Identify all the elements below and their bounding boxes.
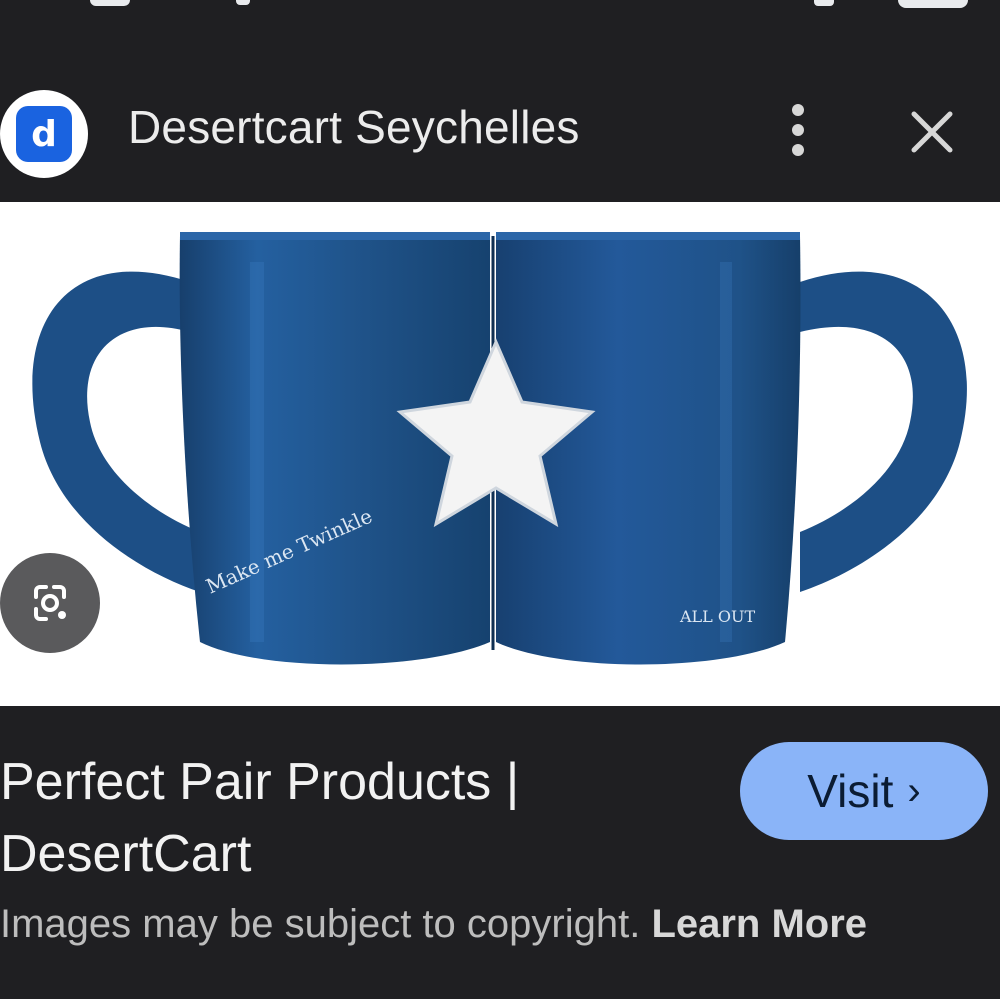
google-lens-icon[interactable] bbox=[0, 553, 100, 653]
visit-button[interactable]: Visit › bbox=[740, 742, 988, 840]
result-info: Perfect Pair Products | DesertCart Visit… bbox=[0, 706, 1000, 999]
battery-icon bbox=[898, 0, 968, 8]
status-bar bbox=[0, 0, 1000, 60]
learn-more-link[interactable]: Learn More bbox=[651, 902, 867, 946]
source-header: d Desertcart Seychelles bbox=[0, 60, 1000, 202]
close-icon[interactable] bbox=[900, 100, 964, 164]
status-glyph bbox=[814, 0, 834, 6]
copyright-notice: Images may be subject to copyright. Lear… bbox=[0, 902, 867, 947]
status-glyph bbox=[90, 0, 130, 6]
chevron-right-icon: › bbox=[907, 768, 921, 813]
status-glyph bbox=[236, 0, 250, 5]
desertcart-logo-icon[interactable]: d bbox=[0, 90, 88, 178]
engraved-text-right: ALL OUT bbox=[679, 607, 755, 626]
product-image[interactable]: Make me Twinkle ALL OUT bbox=[0, 202, 1000, 706]
site-name[interactable]: Desertcart Seychelles bbox=[128, 100, 580, 154]
desertcart-logo-glyph: d bbox=[16, 106, 72, 162]
visit-label: Visit bbox=[807, 765, 894, 817]
copyright-text: Images may be subject to copyright. bbox=[0, 902, 641, 946]
more-vert-icon[interactable] bbox=[770, 100, 826, 160]
mug-pair-image: Make me Twinkle ALL OUT bbox=[32, 232, 967, 665]
result-title[interactable]: Perfect Pair Products | DesertCart bbox=[0, 746, 680, 890]
